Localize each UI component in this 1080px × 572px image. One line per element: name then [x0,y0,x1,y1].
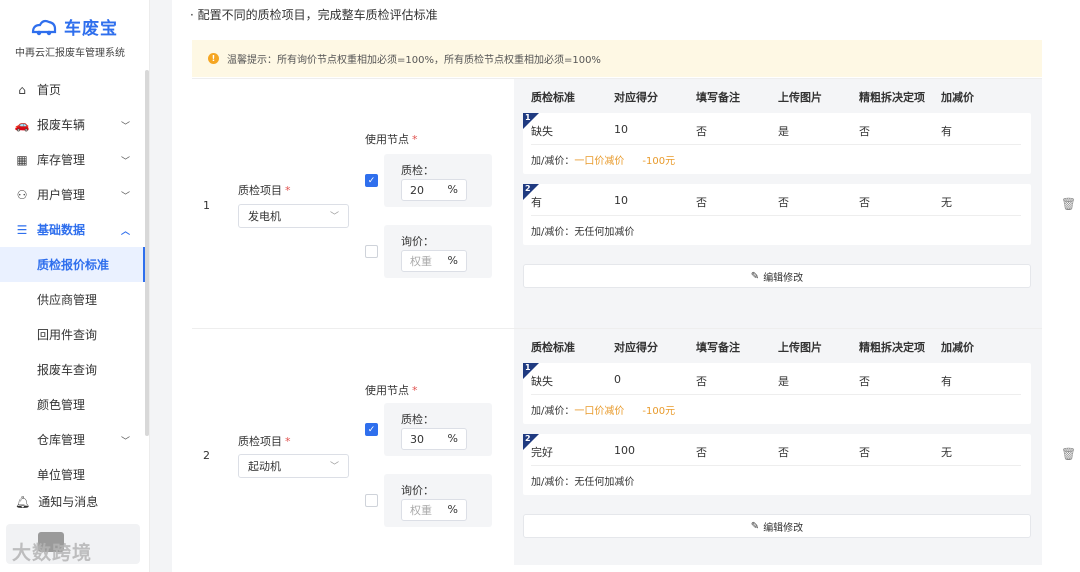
sidebar-item-notifications[interactable]: 🔔︎ 通知与消息 [15,493,98,510]
inspection-weight-input[interactable]: 20% [401,179,467,201]
adjustment-line: 加/减价：无任何加减价 [531,477,635,488]
brand-logo[interactable]: 车废宝 [30,14,118,39]
inspection-node: 质检： 20% [384,154,492,207]
sidebar-item-home[interactable]: ⌂ 首页 [0,72,146,107]
item-select[interactable]: 起动机 ﹀ [238,454,349,478]
divider [531,394,1021,395]
database-icon: ☰ [16,222,28,237]
brand-name: 车废宝 [64,19,118,39]
standard-card: 1 缺失 10 否 是 否 有 加/减价：一口价减价 -100元 [523,113,1031,174]
nodes-label: 使用节点 * [365,384,418,397]
sidebar-nav: ⌂ 首页 🚗 报废车辆 ﹀ ▦ 库存管理 ﹀ ⚇ 用户管理 ﹀ ☰ 基础数据 ︿… [0,72,146,492]
cloud-car-logo-icon [31,19,57,35]
adjustment-line: 加/减价：一口价减价 -100元 [531,406,676,417]
sidebar-item-label: 基础数据 [37,223,86,237]
inspection-row: 1 质检项目 * 发电机 ﹀ 使用节点 * ✓ 质检： 20% 询价： 权重% 质检标… [192,78,1076,329]
chevron-up-icon: ︿ [120,227,130,237]
standard-values: 缺失 0 否 是 否 有 [531,373,952,388]
watermark: 大数跨境 [12,542,93,564]
sidebar-scrollbar[interactable] [145,70,149,436]
divider [531,144,1021,145]
inquiry-weight-input[interactable]: 权重% [401,499,467,521]
sidebar-item-units[interactable]: 单位管理 [0,457,146,492]
tip-label: 温馨提示： [227,55,277,66]
divider [531,465,1021,466]
warehouse-icon: ▦ [16,152,28,167]
bell-icon: 🔔︎ [15,494,31,509]
tip-banner: ! 温馨提示： 所有询价节点权重相加必须=100%，所有质检节点权重相加必须=1… [192,40,1042,77]
edit-button[interactable]: ✎ 编辑修改 [523,264,1031,288]
inquiry-node: 询价： 权重% [384,474,492,527]
item-label: 质检项目 * [238,435,291,448]
tip-text: 所有询价节点权重相加必须=100%，所有质检节点权重相加必须=100% [277,55,601,66]
delete-row-icon[interactable]: 🗑︎ [1061,197,1076,211]
sidebar-item-reusable-parts[interactable]: 回用件查询 [0,317,146,352]
delete-row-icon[interactable]: 🗑︎ [1061,447,1076,461]
row-index: 2 [203,449,210,462]
standard-card: 2 有 10 否 否 否 无 加/减价：无任何加减价 [523,184,1031,245]
users-icon: ⚇ [16,187,28,202]
edit-pencil-icon: ✎ [750,270,760,282]
adjustment-line: 加/减价：无任何加减价 [531,227,635,238]
chevron-down-icon: ﹀ [329,212,339,222]
car-icon: 🚗 [14,117,30,132]
divider [531,215,1021,216]
standards-panel: 质检标准 对应得分 填写备注 上传图片 精粗拆决定项 加减价 1 缺失 10 否… [514,79,1042,329]
main-content: · 配置不同的质检项目，完成整车质检评估标准 ! 温馨提示： 所有询价节点权重相… [172,0,1080,572]
adjustment-line: 加/减价：一口价减价 -100元 [531,156,676,167]
standard-card: 2 完好 100 否 否 否 无 加/减价：无任何加减价 [523,434,1031,495]
standard-card: 1 缺失 0 否 是 否 有 加/减价：一口价减价 -100元 [523,363,1031,424]
sidebar-item-scrap-query[interactable]: 报废车查询 [0,352,146,387]
chevron-down-icon: ﹀ [329,462,339,472]
sidebar-item-label: 通知与消息 [38,495,99,509]
home-icon: ⌂ [18,82,26,97]
chevron-down-icon: ﹀ [120,192,130,202]
sidebar-item-vehicles[interactable]: 🚗 报废车辆 ﹀ [0,107,146,142]
sidebar-item-label: 仓库管理 [37,433,86,447]
inspection-weight-input[interactable]: 30% [401,428,467,450]
standards-header: 质检标准 对应得分 填写备注 上传图片 精粗拆决定项 加减价 [531,341,974,354]
inspection-row: 2 质检项目 * 起动机 ﹀ 使用节点 * ✓ 质检： 30% 询价： 权重% 质检标… [192,328,1076,572]
inspection-checkbox[interactable]: ✓ [365,174,378,187]
nodes-label: 使用节点 * [365,133,418,146]
inquiry-node: 询价： 权重% [384,225,492,278]
sidebar-item-inventory[interactable]: ▦ 库存管理 ﹀ [0,142,146,177]
page-description: · 配置不同的质检项目，完成整车质检评估标准 [190,8,438,22]
brand-subtitle: 中再云汇报废车管理系统 [15,48,125,59]
inquiry-checkbox[interactable] [365,245,378,258]
sidebar-item-suppliers[interactable]: 供应商管理 [0,282,146,317]
chevron-down-icon: ﹀ [120,122,130,132]
sidebar-item-quality-pricing[interactable]: 质检报价标准 [0,247,146,282]
inquiry-weight-input[interactable]: 权重% [401,250,467,272]
sidebar-item-label: 库存管理 [37,153,86,167]
sidebar-item-basic-data[interactable]: ☰ 基础数据 ︿ [0,212,146,247]
inspection-checkbox[interactable]: ✓ [365,423,378,436]
sidebar-item-label: 用户管理 [37,188,86,202]
item-label: 质检项目 * [238,184,291,197]
standards-panel: 质检标准 对应得分 填写备注 上传图片 精粗拆决定项 加减价 1 缺失 0 否 … [514,329,1042,565]
chevron-down-icon: ﹀ [120,157,130,167]
item-select[interactable]: 发电机 ﹀ [238,204,349,228]
sidebar-item-label: 首页 [37,83,62,97]
sidebar-item-warehouse[interactable]: 仓库管理 ﹀ [0,422,146,457]
row-index: 1 [203,199,210,212]
edit-pencil-icon: ✎ [750,520,760,532]
standard-values: 完好 100 否 否 否 无 [531,444,952,459]
chevron-down-icon: ﹀ [120,437,130,447]
standard-values: 有 10 否 否 否 无 [531,194,952,209]
sidebar-item-users[interactable]: ⚇ 用户管理 ﹀ [0,177,146,212]
sidebar-item-colors[interactable]: 颜色管理 [0,387,146,422]
standard-values: 缺失 10 否 是 否 有 [531,123,952,138]
sidebar-item-label: 报废车辆 [37,118,86,132]
standards-header: 质检标准 对应得分 填写备注 上传图片 精粗拆决定项 加减价 [531,91,974,104]
warning-icon: ! [208,53,219,64]
edit-button[interactable]: ✎ 编辑修改 [523,514,1031,538]
inspection-node: 质检： 30% [384,403,492,456]
sidebar: 车废宝 中再云汇报废车管理系统 ⌂ 首页 🚗 报废车辆 ﹀ ▦ 库存管理 ﹀ ⚇… [0,0,150,572]
inquiry-checkbox[interactable] [365,494,378,507]
